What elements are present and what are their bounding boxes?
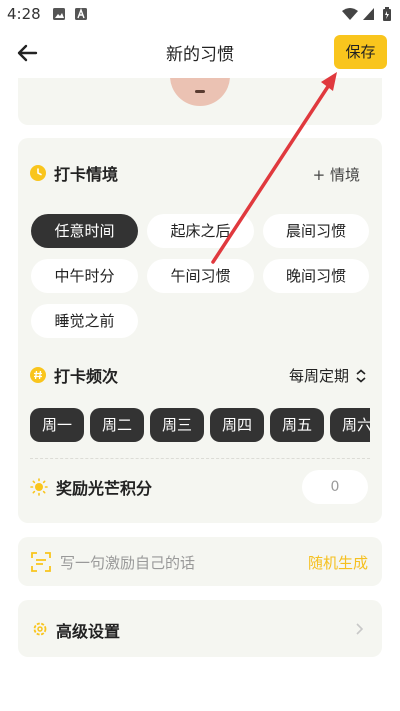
habit-icon-card (18, 78, 382, 125)
status-bar: 4:28 (0, 0, 400, 28)
scan-text-icon (31, 552, 51, 572)
weekday-chip[interactable]: 周三 (150, 408, 204, 442)
weekday-chip[interactable]: 周五 (270, 408, 324, 442)
weekday-chip[interactable]: 周四 (210, 408, 264, 442)
app-bar: 新的习惯 保存 (0, 28, 400, 78)
points-input[interactable]: 0 (302, 470, 368, 504)
save-button[interactable]: 保存 (334, 35, 387, 69)
wifi-icon (342, 8, 358, 20)
reward-section-label: 奖励光芒积分 (56, 479, 153, 498)
avatar-mouth (195, 90, 205, 93)
chevron-right-icon (356, 623, 364, 635)
weekday-chip[interactable]: 周二 (90, 408, 144, 442)
random-generate-button[interactable]: 随机生成 (308, 552, 368, 573)
advanced-settings-label: 高级设置 (56, 622, 121, 641)
reward-section-header: 奖励光芒积分 (30, 475, 152, 499)
motivation-card[interactable]: 写一句激励自己的话 随机生成 (18, 537, 382, 586)
image-icon (53, 8, 65, 20)
motivation-input[interactable]: 写一句激励自己的话 (60, 552, 195, 573)
gear-icon (33, 622, 47, 636)
habit-avatar[interactable] (170, 78, 230, 106)
divider (30, 458, 370, 459)
sun-icon (30, 478, 48, 496)
habit-settings-card: 打卡情境 + 情境 任意时间 起床之后 晨间习惯 中午时分 午间习惯 晚间习惯 … (18, 138, 382, 523)
battery-icon (383, 7, 391, 21)
weekday-chip[interactable]: 周一 (30, 408, 84, 442)
status-time: 4:28 (7, 5, 41, 23)
advanced-settings-row[interactable]: 高级设置 (18, 600, 382, 657)
notification-a-icon (75, 8, 87, 20)
signal-icon (363, 8, 374, 20)
weekday-chip[interactable]: 周六 (330, 408, 370, 442)
weekday-scroller[interactable]: 周一 周二 周三 周四 周五 周六 (30, 138, 370, 523)
